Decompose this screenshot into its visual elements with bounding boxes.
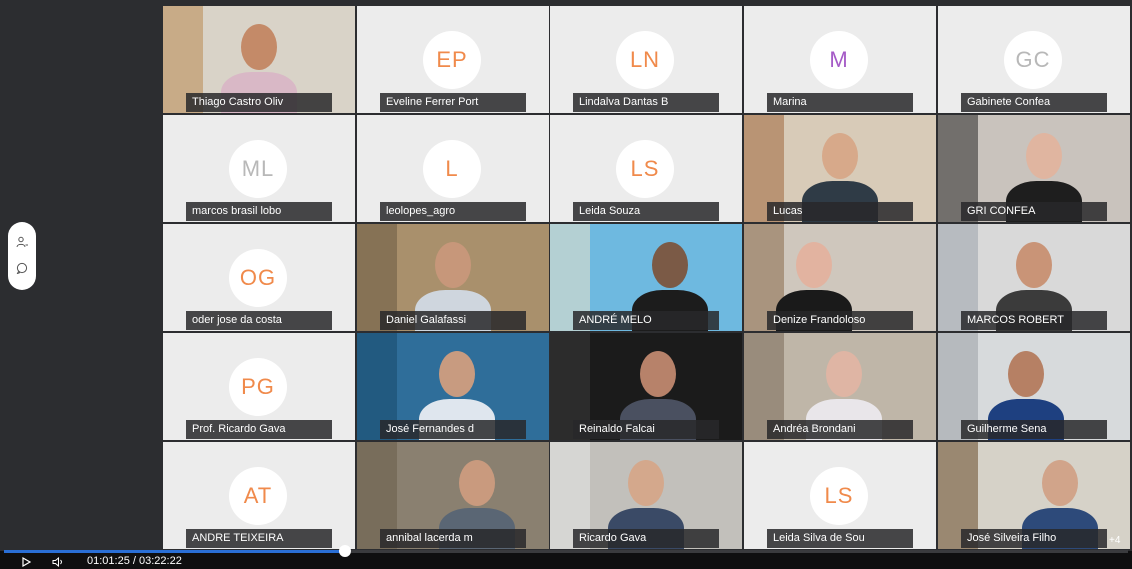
participant-tile[interactable]: LS Leida Silva de Sou — [744, 442, 936, 549]
participant-grid: Thiago Castro Oliv EP Eveline Ferrer Port L… — [163, 6, 1132, 550]
participant-name: oder jose da costa — [186, 311, 332, 330]
avatar-initials: LS — [616, 140, 674, 198]
participant-head — [1042, 460, 1078, 506]
participant-tile[interactable]: Ricardo Gava — [550, 442, 742, 549]
participant-tile[interactable]: Lucas — [744, 115, 936, 222]
participant-head — [459, 460, 495, 506]
participant-head — [241, 24, 277, 70]
participants-icon[interactable] — [16, 236, 28, 248]
participant-name: leolopes_agro — [380, 202, 526, 221]
avatar-initials: EP — [423, 31, 481, 89]
participant-name: Eveline Ferrer Port — [380, 93, 526, 112]
side-toolbar — [8, 222, 36, 290]
participant-tile[interactable]: MARCOS ROBERT — [938, 224, 1130, 331]
avatar-initials: M — [810, 31, 868, 89]
participant-tile[interactable]: M Marina — [744, 6, 936, 113]
participant-tile[interactable]: annibal lacerda m — [357, 442, 549, 549]
participant-name: ANDRE TEIXEIRA — [186, 529, 332, 548]
participant-tile[interactable]: Daniel Galafassi — [357, 224, 549, 331]
participant-tile[interactable]: AT ANDRE TEIXEIRA — [163, 442, 355, 549]
participant-tile[interactable]: Lleolopes_agro — [357, 115, 549, 222]
participant-name: Denize Frandoloso — [767, 311, 913, 330]
participant-tile[interactable]: Guilherme Sena — [938, 333, 1130, 440]
participant-name: Leida Silva de Sou — [767, 529, 913, 548]
participant-name: Leida Souza — [573, 202, 719, 221]
avatar-initials: AT — [229, 467, 287, 525]
participant-head — [826, 351, 862, 397]
participant-head — [822, 133, 858, 179]
participant-name: ANDRÉ MELO — [573, 311, 719, 330]
participant-tile[interactable]: Thiago Castro Oliv — [163, 6, 355, 113]
chat-icon[interactable] — [16, 262, 28, 274]
participant-tile[interactable]: LS Leida Souza — [550, 115, 742, 222]
participant-name: MARCOS ROBERT — [961, 311, 1107, 330]
playback-time: 01:01:25 / 03:22:22 — [87, 555, 182, 567]
participant-head — [640, 351, 676, 397]
play-icon[interactable] — [22, 557, 31, 567]
participant-name: Thiago Castro Oliv — [186, 93, 332, 112]
avatar-initials: GC — [1004, 31, 1062, 89]
participant-tile[interactable]: LN Lindalva Dantas B — [550, 6, 742, 113]
participant-tile[interactable]: PG Prof. Ricardo Gava — [163, 333, 355, 440]
participant-name: Lindalva Dantas B — [573, 93, 719, 112]
more-participants-count[interactable]: +4 — [1109, 535, 1120, 546]
avatar-initials: ML — [229, 140, 287, 198]
participant-name: marcos brasil lobo — [186, 202, 332, 221]
participant-tile[interactable]: José Silveira Filho — [938, 442, 1130, 549]
participant-tile[interactable]: ML marcos brasil lobo — [163, 115, 355, 222]
participant-tile[interactable]: ANDRÉ MELO — [550, 224, 742, 331]
progress-fill — [4, 550, 345, 553]
participant-name: Ricardo Gava — [573, 529, 719, 548]
participant-name: Andréa Brondani — [767, 420, 913, 439]
participant-tile[interactable]: OG oder jose da costa — [163, 224, 355, 331]
participant-tile[interactable]: Reinaldo Falcai — [550, 333, 742, 440]
participant-head — [439, 351, 475, 397]
participant-name: Lucas — [767, 202, 913, 221]
participant-tile[interactable]: EP Eveline Ferrer Port — [357, 6, 549, 113]
avatar-initials: LN — [616, 31, 674, 89]
participant-name: GRI CONFEA — [961, 202, 1107, 221]
participant-name: annibal lacerda m — [380, 529, 526, 548]
participant-name: José Silveira Filho — [961, 529, 1107, 548]
participant-name: Daniel Galafassi — [380, 311, 526, 330]
avatar-initials: OG — [229, 249, 287, 307]
participant-tile[interactable]: GC Gabinete Confea — [938, 6, 1130, 113]
participant-head — [435, 242, 471, 288]
avatar-initials: LS — [810, 467, 868, 525]
participant-name: Gabinete Confea — [961, 93, 1107, 112]
participant-name: Prof. Ricardo Gava — [186, 420, 332, 439]
participant-tile[interactable]: Andréa Brondani — [744, 333, 936, 440]
participant-head — [796, 242, 832, 288]
participant-tile[interactable]: GRI CONFEA — [938, 115, 1130, 222]
participant-name: José Fernandes d — [380, 420, 526, 439]
participant-tile[interactable]: José Fernandes d — [357, 333, 549, 440]
avatar-initials: L — [423, 140, 481, 198]
participant-head — [1016, 242, 1052, 288]
participant-head — [1026, 133, 1062, 179]
participant-head — [1008, 351, 1044, 397]
participant-name: Reinaldo Falcai — [573, 420, 719, 439]
participant-tile[interactable]: Denize Frandoloso — [744, 224, 936, 331]
participant-head — [652, 242, 688, 288]
volume-icon[interactable] — [52, 557, 65, 567]
participant-head — [628, 460, 664, 506]
avatar-initials: PG — [229, 358, 287, 416]
participant-name: Marina — [767, 93, 913, 112]
progress-handle[interactable] — [338, 545, 351, 557]
participant-name: Guilherme Sena — [961, 420, 1107, 439]
meeting-video-stage: Thiago Castro Oliv EP Eveline Ferrer Port L… — [0, 0, 1132, 551]
